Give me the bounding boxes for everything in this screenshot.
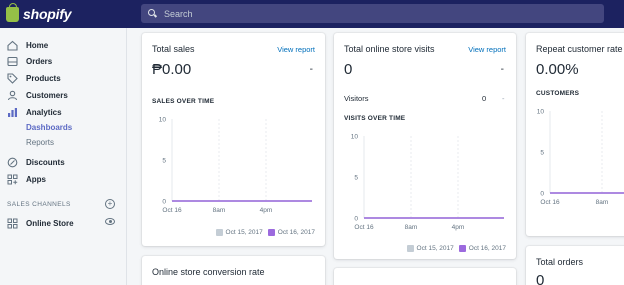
eye-icon[interactable] <box>105 218 115 225</box>
logo-text: shopify <box>23 6 72 22</box>
empty-card <box>334 268 516 285</box>
search-bar[interactable]: Search <box>141 4 604 23</box>
x-tick-label: 8am <box>405 224 418 231</box>
shopping-bag-icon <box>6 2 19 22</box>
comparison-dash: - <box>309 64 313 75</box>
sidebar-subitem-dashboards[interactable]: Dashboards <box>26 123 72 132</box>
y-tick-label: 10 <box>537 109 545 116</box>
card-title: Online store conversion rate <box>152 267 265 277</box>
search-input[interactable]: Search <box>164 9 193 19</box>
view-report-link[interactable]: View report <box>468 45 506 54</box>
legend-label: Oct 15, 2017 <box>225 229 263 236</box>
sidebar-item-label: Apps <box>26 174 46 184</box>
visitors-label: Visitors <box>344 94 369 103</box>
y-tick-label: 5 <box>540 150 544 157</box>
store-icon <box>7 218 18 229</box>
sidebar-item-label: Analytics <box>26 107 62 117</box>
card-title: Total orders <box>536 257 584 267</box>
visits-over-time-chart: 10 5 0Oct 16 8am 4pm <box>351 134 504 231</box>
x-tick-label: 8am <box>596 199 609 206</box>
customers-chart: 10 5 0Oct 16 8am <box>537 109 624 206</box>
y-tick-label: 10 <box>159 117 167 124</box>
conversion-rate-card: Online store conversion rate <box>142 256 325 285</box>
y-tick-label: 0 <box>354 216 358 223</box>
visitors-dash: - <box>502 94 505 103</box>
sales-over-time-chart: 10 5 0Oct 16 8am 4pm <box>159 117 312 214</box>
chart-legend: Oct 15, 2017 Oct 16, 2017 <box>211 229 315 236</box>
total-sales-value: ₱0.00 <box>152 61 192 78</box>
total-orders-card: Total orders 0 <box>526 246 624 285</box>
sidebar: Home Orders Products Customers Analytics… <box>0 28 127 285</box>
sidebar-subitem-reports[interactable]: Reports <box>26 138 54 147</box>
sidebar-item-label: Discounts <box>26 157 65 167</box>
chart-legend: Oct 15, 2017 Oct 16, 2017 <box>402 245 506 252</box>
legend-swatch <box>215 229 223 236</box>
y-tick-label: 0 <box>162 199 166 206</box>
x-tick-label: Oct 16 <box>540 199 560 206</box>
section-heading: CUSTOMERS <box>536 90 580 97</box>
x-tick-label: 4pm <box>260 207 273 214</box>
legend-swatch <box>458 245 466 252</box>
sales-channels-heading: SALES CHANNELS <box>7 201 71 208</box>
view-report-link[interactable]: View report <box>277 45 315 54</box>
card-title: Total online store visits <box>344 44 435 54</box>
comparison-dash: - <box>500 64 504 75</box>
sidebar-item-label: Customers <box>26 90 68 100</box>
apps-icon <box>7 174 18 185</box>
sidebar-item-label: Home <box>26 40 49 50</box>
sidebar-item-label: Orders <box>26 56 53 66</box>
total-orders-value: 0 <box>536 272 545 285</box>
legend-swatch <box>267 229 275 236</box>
legend-item: Oct 16, 2017 <box>458 245 506 252</box>
total-sales-card: Total sales View report ₱0.00 - SALES OV… <box>142 33 325 246</box>
legend-item: Oct 16, 2017 <box>267 229 315 236</box>
store-visits-card: Total online store visits View report 0 … <box>334 33 516 259</box>
y-tick-label: 10 <box>351 134 359 141</box>
section-heading: VISITS OVER TIME <box>344 115 406 122</box>
orders-icon <box>7 56 18 67</box>
x-tick-label: 4pm <box>452 224 465 231</box>
search-icon <box>148 9 157 18</box>
legend-label: Oct 16, 2017 <box>277 229 315 236</box>
x-tick-label: Oct 16 <box>354 224 374 231</box>
card-title: Repeat customer rate <box>536 44 623 54</box>
tag-icon <box>7 72 18 84</box>
analytics-icon <box>7 107 18 118</box>
sidebar-item-label: Products <box>26 73 61 83</box>
x-tick-label: Oct 16 <box>162 207 182 214</box>
discount-icon <box>7 157 18 168</box>
customers-icon <box>7 90 18 101</box>
store-visits-value: 0 <box>344 61 353 78</box>
card-title: Total sales <box>152 44 195 54</box>
home-icon <box>7 40 18 51</box>
visitors-value: 0 <box>482 94 487 103</box>
legend-swatch <box>406 245 414 252</box>
add-channel-icon[interactable]: + <box>105 199 115 209</box>
y-tick-label: 5 <box>162 158 166 165</box>
legend-label: Oct 15, 2017 <box>416 245 454 252</box>
legend-label: Oct 16, 2017 <box>468 245 506 252</box>
legend-item: Oct 15, 2017 <box>406 245 454 252</box>
y-tick-label: 0 <box>540 191 544 198</box>
sidebar-item-label: Online Store <box>26 218 74 228</box>
x-tick-label: 8am <box>213 207 226 214</box>
repeat-customer-card: Repeat customer rate 0.00% CUSTOMERS 10 5… <box>526 33 624 236</box>
repeat-rate-value: 0.00% <box>536 61 579 78</box>
section-heading: SALES OVER TIME <box>152 98 215 105</box>
y-tick-label: 5 <box>354 175 358 182</box>
shopify-logo[interactable]: shopify <box>0 0 127 28</box>
legend-item: Oct 15, 2017 <box>215 229 263 236</box>
